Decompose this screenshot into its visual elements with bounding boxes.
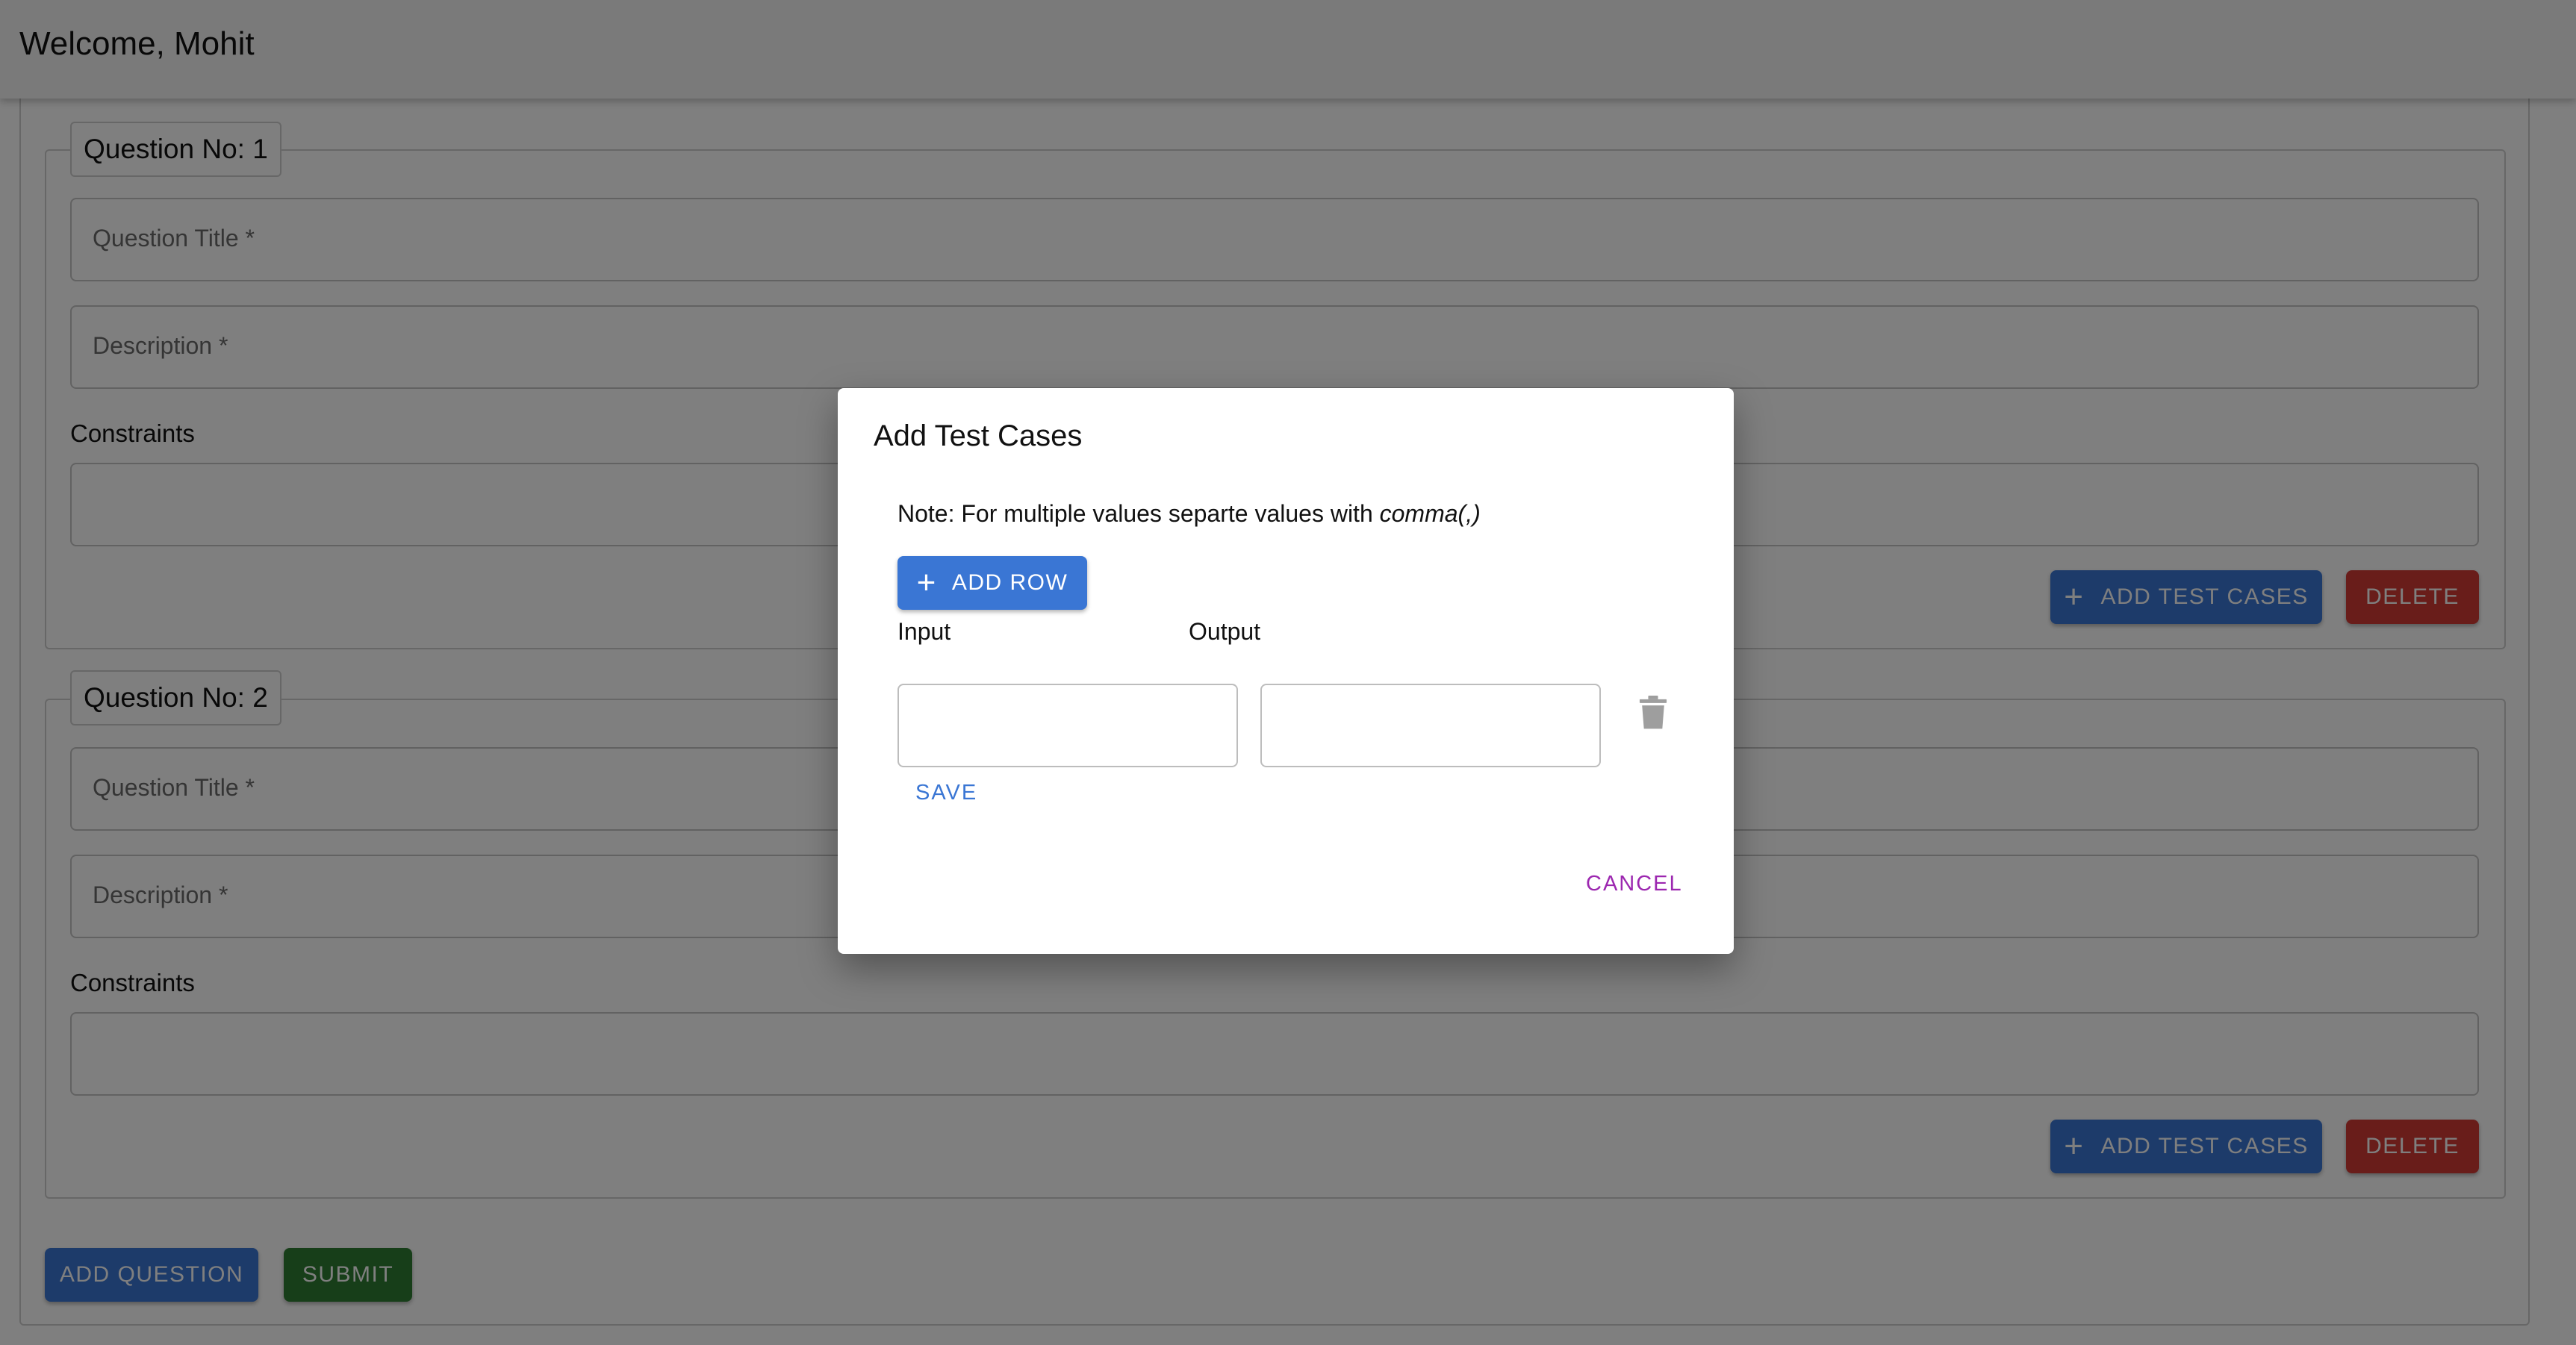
dialog-note: Note: For multiple values separte values… — [897, 500, 1481, 528]
input-column-header: Input — [897, 618, 951, 645]
trash-icon[interactable] — [1638, 696, 1668, 730]
output-column-header: Output — [1189, 618, 1261, 645]
cancel-button[interactable]: CANCEL — [1586, 872, 1683, 896]
test-case-output-field[interactable] — [1260, 684, 1601, 767]
plus-icon: + — [916, 564, 937, 601]
add-row-label: ADD ROW — [951, 570, 1068, 595]
add-row-button[interactable]: + ADD ROW — [897, 556, 1087, 610]
dialog-title: Add Test Cases — [874, 419, 1083, 452]
note-emphasis: comma(,) — [1379, 500, 1481, 527]
note-text: Note: For multiple values separte values… — [897, 500, 1380, 527]
test-case-input-field[interactable] — [897, 684, 1238, 767]
save-button[interactable]: SAVE — [915, 781, 977, 805]
add-test-cases-dialog: Add Test Cases Note: For multiple values… — [838, 388, 1734, 954]
